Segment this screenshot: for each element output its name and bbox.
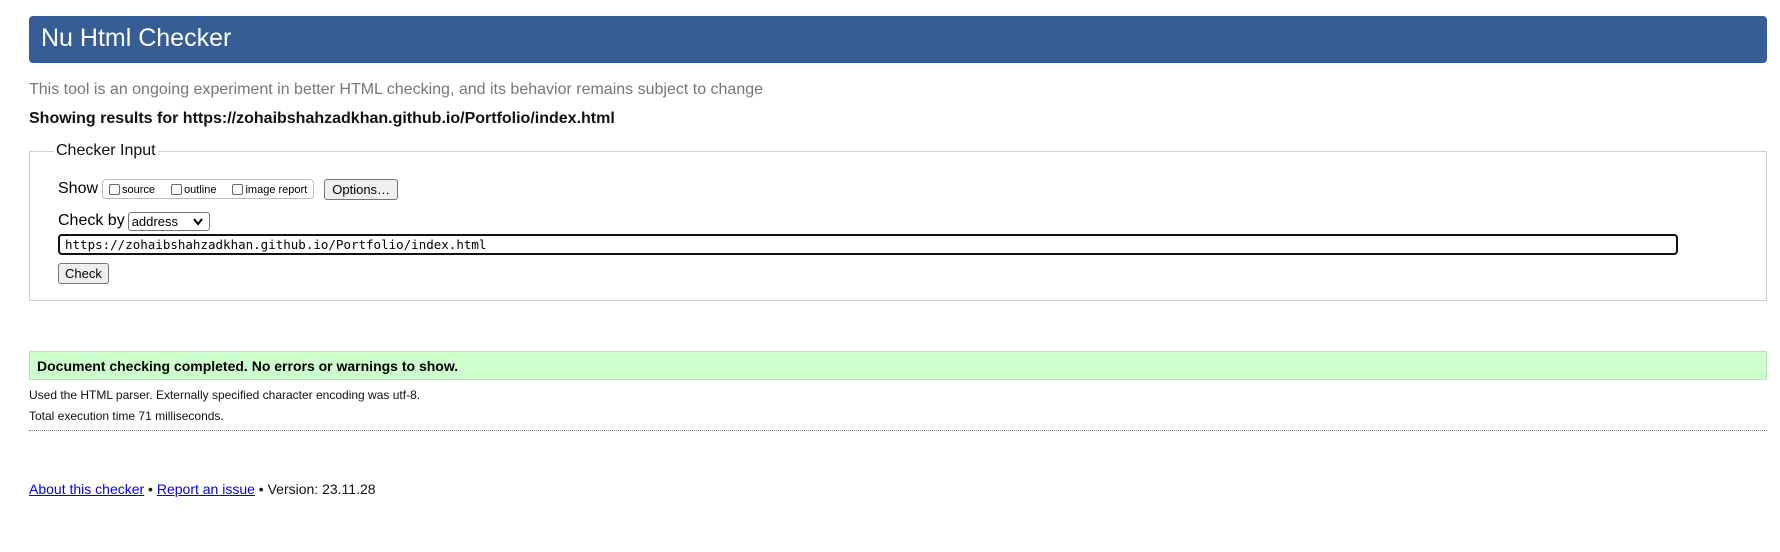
footer: About this checker • Report an issue • V… [29, 481, 376, 497]
checker-input-fieldset: Checker Input Show source outline image … [29, 142, 1767, 301]
results-heading-url: https://zohaibshahzadkhan.github.io/Port… [182, 110, 615, 127]
execution-time-text: Total execution time 71 milliseconds. [29, 409, 224, 423]
check-button[interactable]: Check [58, 263, 109, 284]
outline-checkbox[interactable] [171, 183, 183, 195]
about-checker-link[interactable]: About this checker [29, 481, 144, 497]
options-button[interactable]: Options… [324, 178, 399, 200]
report-issue-link[interactable]: Report an issue [157, 481, 255, 497]
results-heading-prefix: Showing results for [29, 110, 183, 127]
check-by-label: Check by [58, 212, 125, 229]
header-banner: Nu Html Checker [29, 16, 1767, 63]
check-by-select[interactable]: address [127, 211, 210, 231]
parser-info-text: Used the HTML parser. Externally specifi… [29, 388, 421, 402]
source-checkbox[interactable] [109, 183, 121, 195]
check-by-row: Check by address [58, 211, 210, 231]
checker-input-legend: Checker Input [54, 142, 158, 160]
outline-checkbox-label[interactable]: outline [184, 184, 216, 196]
show-options-row: Show source outline image report Options… [58, 178, 399, 200]
page-title: Nu Html Checker [41, 24, 232, 52]
check-by-selected-value: address [131, 213, 178, 229]
image-report-checkbox[interactable] [232, 183, 244, 195]
results-heading: Showing results for https://zohaibshahza… [29, 110, 615, 128]
dotted-divider [29, 430, 1767, 431]
show-options-group: source outline image report [102, 179, 315, 199]
image-report-checkbox-label[interactable]: image report [245, 184, 307, 196]
version-text: • Version: 23.11.28 [254, 481, 376, 497]
subtitle-text: This tool is an ongoing experiment in be… [29, 81, 764, 98]
url-input[interactable]: https://zohaibshahzadkhan.github.io/Port… [58, 234, 1678, 255]
chevron-down-icon [192, 217, 203, 226]
success-message: Document checking completed. No errors o… [29, 351, 1767, 380]
source-checkbox-label[interactable]: source [122, 184, 155, 196]
footer-separator: • [144, 481, 157, 497]
show-label: Show [58, 180, 99, 197]
